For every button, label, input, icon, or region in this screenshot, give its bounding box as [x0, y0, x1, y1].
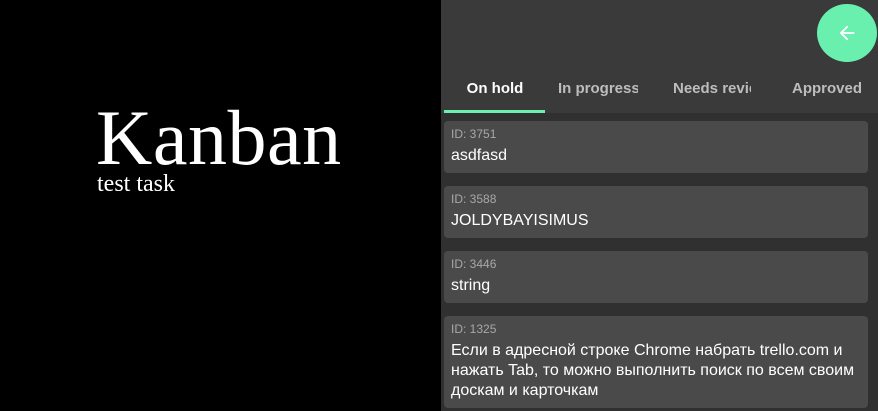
promo-title: Kanban	[96, 94, 342, 181]
task-id: ID: 3588	[451, 192, 497, 206]
task-title: JOLDYBAYISIMUS	[451, 212, 589, 229]
task-list: ID: 3751 asdfasd ID: 3588 JOLDYBAYISIMUS…	[444, 121, 868, 411]
task-card[interactable]: ID: 1325 Если в адресной строке Chrome н…	[444, 316, 868, 408]
tab-needs-review[interactable]: Needs review	[673, 63, 751, 113]
tab-on-hold[interactable]: On hold	[445, 63, 545, 113]
task-id: ID: 3446	[451, 257, 497, 271]
tab-approved[interactable]: Approved	[779, 63, 875, 113]
task-id: ID: 3751	[451, 127, 497, 141]
task-card[interactable]: ID: 3588 JOLDYBAYISIMUS	[444, 186, 868, 238]
promo-banner: Kanban test task	[96, 94, 342, 197]
task-title: string	[451, 277, 491, 294]
status-tabs: On hold In progress Needs review Approve…	[441, 63, 878, 113]
tab-in-progress[interactable]: In progress	[558, 63, 638, 113]
task-card[interactable]: ID: 3446 string	[444, 251, 868, 303]
arrow-left-icon	[836, 22, 858, 44]
app-screen: On hold In progress Needs review Approve…	[441, 0, 878, 411]
task-title: asdfasd	[451, 147, 508, 164]
task-title: Если в адресной строке Chrome набрать tr…	[451, 342, 855, 399]
tab-indicator	[444, 110, 545, 113]
back-button[interactable]	[817, 4, 877, 62]
task-card[interactable]: ID: 3751 asdfasd	[444, 121, 868, 173]
app-bar: On hold In progress Needs review Approve…	[441, 0, 878, 113]
task-id: ID: 1325	[451, 322, 497, 336]
